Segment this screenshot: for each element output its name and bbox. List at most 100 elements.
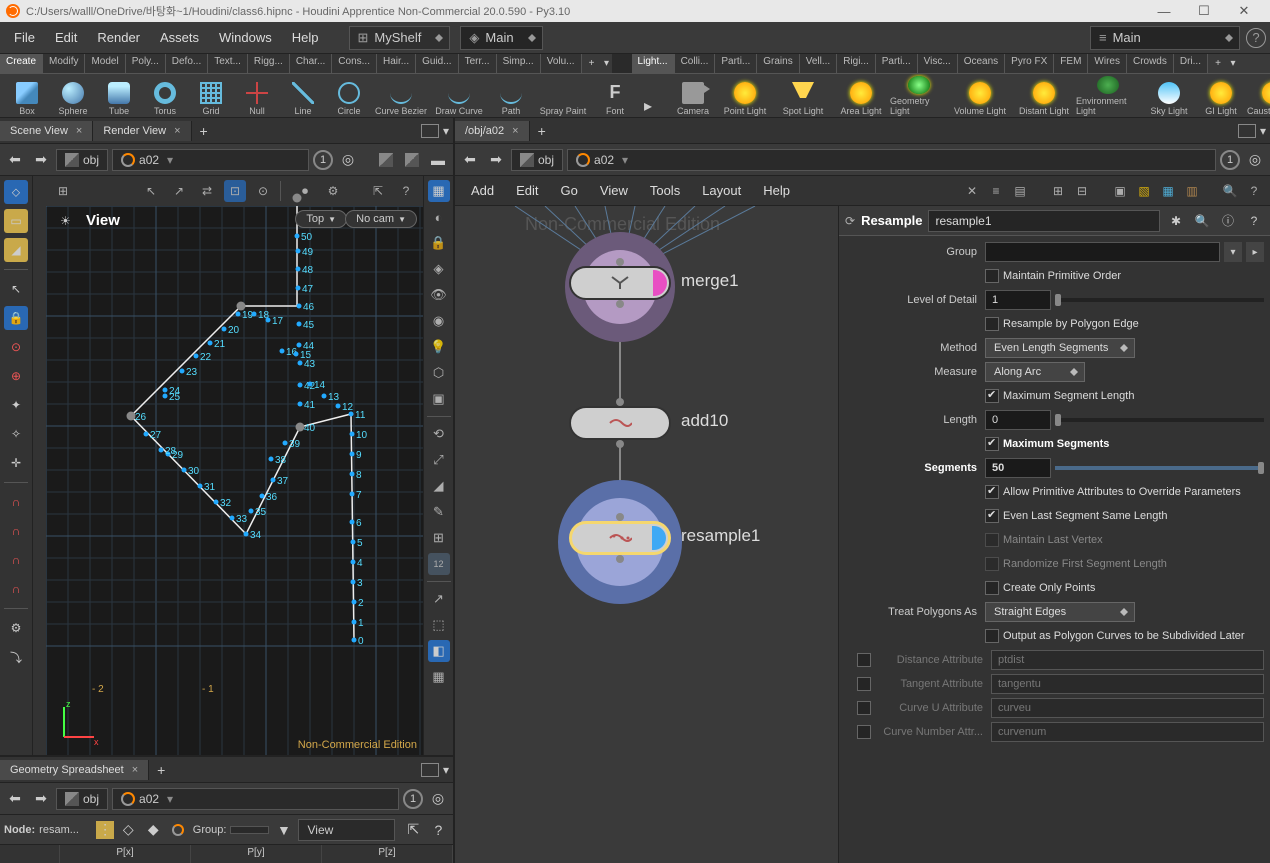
maximize-button[interactable]: ☐ (1184, 0, 1224, 22)
check-allow-override[interactable] (985, 485, 999, 499)
tab-render-view[interactable]: Render View× (93, 121, 191, 141)
shelf-tab[interactable]: Oceans (958, 54, 1005, 73)
badge-icon[interactable]: 12 (428, 553, 450, 575)
node-add[interactable]: add10 (569, 406, 671, 440)
tool-line[interactable]: Line (280, 76, 326, 116)
gear-icon[interactable]: ⚙ (322, 180, 344, 202)
shelf-tab[interactable]: Light... (632, 54, 675, 73)
shelf-tab[interactable]: Wires (1088, 54, 1127, 73)
check-dist-attr[interactable] (857, 653, 871, 667)
pane-layout-icon[interactable] (421, 763, 439, 777)
tan-attr-field[interactable] (991, 674, 1264, 694)
link-icon[interactable]: ◎ (427, 788, 449, 810)
snap-icon[interactable]: ⊙ (4, 335, 28, 359)
tab-scene-view[interactable]: Scene View× (0, 121, 93, 141)
vp-icon[interactable]: ⇄ (196, 180, 218, 202)
dist-attr-field[interactable] (991, 650, 1264, 670)
net-menu-view[interactable]: View (590, 179, 638, 202)
shelf-tab[interactable]: Poly... (126, 54, 166, 73)
rt-icon[interactable]: ⬡ (428, 362, 450, 384)
rt-icon[interactable]: ⟲ (428, 423, 450, 445)
path-node[interactable]: a02▾ (112, 788, 399, 810)
shelf-tab[interactable]: Volu... (541, 54, 582, 73)
check-curveu-attr[interactable] (857, 701, 871, 715)
pane-layout-icon[interactable] (1238, 124, 1256, 138)
shelf-tab[interactable]: Dri... (1174, 54, 1208, 73)
magnet-icon[interactable]: ∩ (4, 490, 28, 514)
shelf-tab[interactable]: Rigg... (248, 54, 290, 73)
magnet-icon[interactable]: ∩ (4, 548, 28, 572)
snap-icon[interactable]: ⊕ (4, 364, 28, 388)
shelf-tab[interactable]: Parti... (876, 54, 918, 73)
rt-icon[interactable]: ▣ (428, 388, 450, 410)
length-slider[interactable] (1055, 418, 1264, 422)
rt-icon[interactable]: ◢ (428, 475, 450, 497)
tool-path[interactable]: Path (488, 76, 534, 116)
rt-icon[interactable]: ↗ (428, 588, 450, 610)
desktop-selector[interactable]: ◈Main (460, 26, 542, 50)
rt-icon[interactable]: ▦ (428, 666, 450, 688)
measure-select[interactable]: Along Arc (985, 362, 1085, 382)
attr-filter-icon[interactable]: ◆ (143, 819, 164, 841)
attr-filter-icon[interactable]: ◇ (118, 819, 139, 841)
tab-network[interactable]: /obj/a02× (455, 121, 530, 141)
node-merge[interactable]: merge1 (569, 266, 671, 300)
search-icon[interactable]: 🔍 (1220, 181, 1240, 201)
gear-icon[interactable]: ⚙ (4, 616, 28, 640)
dropdown-icon[interactable]: ▾ (1224, 242, 1242, 262)
path-obj[interactable]: obj (56, 788, 108, 810)
display-icon[interactable] (375, 149, 397, 171)
vp-icon[interactable]: ↗ (168, 180, 190, 202)
select-tool-icon[interactable]: ▭ (4, 209, 28, 233)
help-icon[interactable]: ? (395, 180, 417, 202)
help-icon[interactable]: ? (1244, 211, 1264, 231)
shelf-tab[interactable]: Grains (757, 54, 799, 73)
shelf-set-selector[interactable]: ⊞MyShelf (349, 26, 451, 50)
close-button[interactable]: ✕ (1224, 0, 1264, 22)
list-icon[interactable]: ≡ (986, 181, 1006, 201)
tool-box[interactable]: Box (4, 76, 50, 116)
magnet-icon[interactable]: ∩ (4, 577, 28, 601)
tool-point-light[interactable]: Point Light (716, 76, 774, 116)
net-menu-tools[interactable]: Tools (640, 179, 690, 202)
camera-selector[interactable]: No cam▼ (345, 210, 417, 228)
filter-icon[interactable]: ▼ (273, 819, 294, 841)
lock-icon[interactable]: 🔒 (4, 306, 28, 330)
eye-icon[interactable]: 👁 (428, 284, 450, 306)
tool-sky-light[interactable]: Sky Light (1140, 76, 1198, 116)
tool-volume-light[interactable]: Volume Light (948, 76, 1012, 116)
group-field[interactable] (230, 826, 269, 834)
lock-icon[interactable]: 🔒 (428, 232, 450, 254)
tool-tube[interactable]: Tube (96, 76, 142, 116)
tool-font[interactable]: FFont (592, 76, 638, 116)
shelf-tab[interactable]: Defo... (166, 54, 208, 73)
net-menu-edit[interactable]: Edit (506, 179, 548, 202)
tool-spot-light[interactable]: Spot Light (774, 76, 832, 116)
export-icon[interactable]: ⇱ (403, 819, 424, 841)
path-node[interactable]: a02▾ (112, 149, 309, 171)
snapshot-icon[interactable]: ▣ (1110, 181, 1130, 201)
net-menu-go[interactable]: Go (551, 179, 588, 202)
check-create-only[interactable] (985, 581, 999, 595)
shelf-tab[interactable]: Pyro FX (1005, 54, 1054, 73)
check-maintain-last[interactable] (985, 533, 999, 547)
nav-back-icon[interactable]: ⬅ (4, 788, 26, 810)
shelf-tab[interactable]: Guid... (416, 54, 458, 73)
magnet-icon[interactable]: ∩ (4, 519, 28, 543)
rt-icon[interactable]: ✎ (428, 501, 450, 523)
shelf-tab[interactable]: Simp... (497, 54, 541, 73)
rt-icon[interactable]: ◉ (428, 310, 450, 332)
vp-icon[interactable]: ↖ (140, 180, 162, 202)
network-canvas[interactable]: Geometry Non-Commercial Edition (455, 206, 1270, 863)
link-icon[interactable]: ◎ (337, 149, 359, 171)
take-selector[interactable]: ≡Main (1090, 26, 1240, 50)
rt-icon[interactable]: ◈ (428, 258, 450, 280)
pane-menu-icon[interactable]: ▾ (443, 763, 449, 777)
check-by-edge[interactable] (985, 317, 999, 331)
check-output-subdiv[interactable] (985, 629, 999, 643)
shelf-tab[interactable]: Colli... (675, 54, 716, 73)
nav-fwd-icon[interactable]: ➡ (30, 149, 52, 171)
shelf-tab[interactable]: Hair... (377, 54, 416, 73)
help-icon[interactable]: ? (1244, 181, 1264, 201)
menu-file[interactable]: File (4, 26, 45, 49)
